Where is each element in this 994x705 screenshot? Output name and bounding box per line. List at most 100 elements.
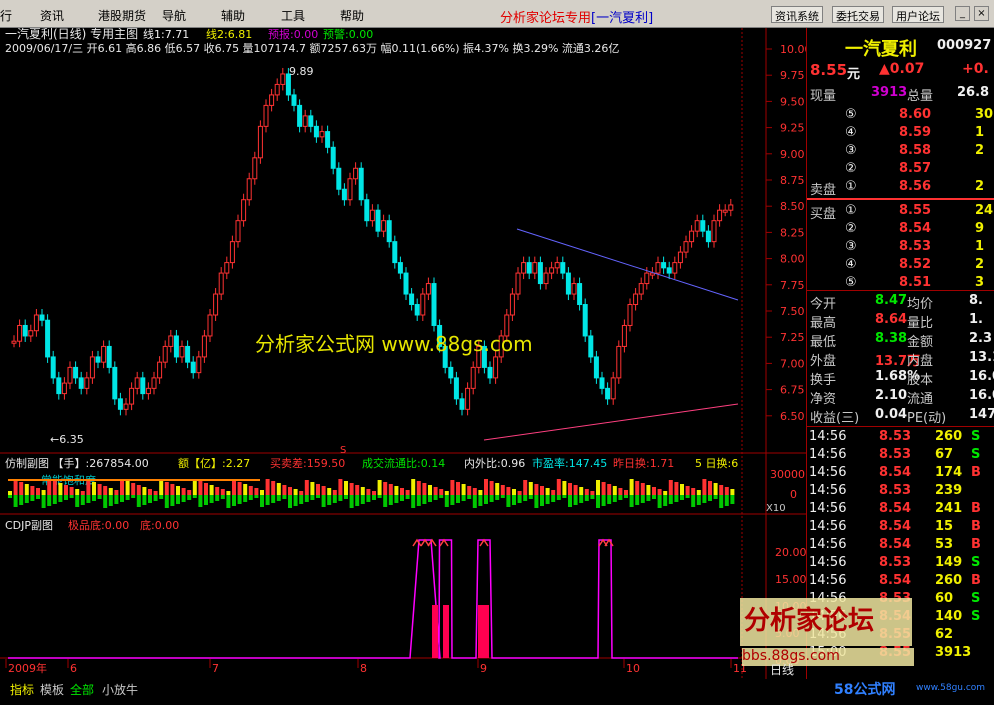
- signal-s-marker: S: [340, 445, 346, 456]
- sub1-bar-down: [545, 495, 550, 504]
- candle-body: [45, 319, 51, 358]
- brand-url: www.58gu.com: [916, 683, 986, 693]
- menu-item-tools[interactable]: 工具: [281, 7, 305, 24]
- sub1-bar-down: [388, 495, 393, 505]
- price-change-pct: +0.: [962, 61, 989, 77]
- sub1-bar-up: [696, 490, 701, 495]
- sub1-bar-up: [624, 490, 628, 495]
- sub1-bar-up: [103, 486, 108, 495]
- sub1-bar-down: [349, 495, 354, 508]
- candle-body: [33, 314, 39, 332]
- kline-chart-svg[interactable]: 一汽夏利(日线) 专用主图 线1:7.71 线2:6.81 预报:0.00 预警…: [0, 26, 812, 679]
- sub1-bar-down: [472, 495, 477, 508]
- sub1-bar-down: [635, 495, 640, 505]
- sub1-bar-up: [456, 482, 460, 495]
- tick-row: 14:56 8.53 149 S: [809, 555, 981, 570]
- sub1-bar-up: [92, 482, 96, 495]
- sub1-bar-down: [495, 495, 500, 500]
- sub1-bar-up: [652, 487, 656, 495]
- stats-row: 今开 8.47 均价 8.: [810, 293, 983, 312]
- sub1-bar-up: [8, 491, 12, 495]
- tab-xiaofangniu[interactable]: 小放牛: [102, 681, 138, 697]
- sub1-bar-up: [321, 486, 326, 495]
- candle-body: [633, 293, 639, 306]
- sub1-bar-down: [383, 495, 388, 507]
- sub1-bar-down: [276, 495, 281, 501]
- sub1-bar-up: [506, 487, 511, 495]
- candle-body: [532, 262, 538, 274]
- sub1-bar-up: [394, 486, 399, 495]
- buy-order-row: ④ 8.52 2: [845, 257, 985, 272]
- candle-body: [246, 178, 252, 201]
- news-system-button[interactable]: 资讯系统: [771, 6, 823, 23]
- candle-body: [588, 335, 594, 358]
- sub1-amount: 额【亿】:2.27: [178, 457, 250, 470]
- sub1-bar-down: [344, 495, 348, 499]
- menu-item-assist[interactable]: 辅助: [221, 7, 245, 24]
- candle-body: [621, 324, 627, 347]
- sub1-bar-down: [304, 495, 309, 502]
- sub1-bar-down: [411, 495, 416, 508]
- sub1-bar-up: [13, 480, 18, 495]
- sub1-bar-up: [64, 485, 68, 495]
- tab-template[interactable]: 模板: [40, 681, 64, 697]
- sub1-bar-up: [355, 485, 360, 495]
- sub1-bar-up: [114, 490, 119, 495]
- total-volume-value: 26.8: [957, 85, 990, 100]
- sub1-bar-down: [601, 495, 606, 506]
- sub1-ytick-zero: 0: [790, 488, 797, 501]
- forum-button[interactable]: 用户论坛: [892, 6, 944, 23]
- sub1-bar-up: [271, 481, 276, 495]
- stats-row: 最高 8.64 量比 1.: [810, 312, 983, 331]
- sub1-bar-up: [276, 483, 281, 495]
- buy-order-row: ③ 8.53 1: [845, 239, 985, 254]
- trade-button[interactable]: 委托交易: [832, 6, 884, 23]
- sub1-bar-up: [41, 490, 46, 495]
- main-ytick: 7.75: [780, 279, 805, 292]
- sub1-bar-down: [316, 495, 320, 498]
- warning2-value: 预警:0.00: [323, 28, 373, 41]
- candle-body: [213, 293, 219, 316]
- close-button[interactable]: ×: [974, 6, 989, 21]
- sub1-bar-down: [624, 495, 628, 498]
- tab-indicator[interactable]: 指标: [10, 681, 34, 697]
- sub1-bar-down: [310, 495, 315, 500]
- sub1-bar-down: [164, 495, 169, 508]
- sub1-bar-down: [204, 495, 208, 505]
- candle-body: [17, 324, 23, 342]
- sub1-bar-down: [125, 495, 130, 500]
- daily-info: 2009/06/17/三 开6.61 高6.86 低6.57 收6.75 量10…: [5, 41, 619, 55]
- sub1-bar-up: [635, 481, 640, 495]
- candle-body: [431, 283, 437, 326]
- sub1-bar-down: [282, 495, 287, 499]
- tab-all[interactable]: 全部: [70, 681, 94, 697]
- sub1-inout-ratio: 内外比:0.96: [464, 456, 525, 470]
- daily-mode-label[interactable]: 日线: [770, 661, 794, 677]
- menu-item-file[interactable]: 行: [0, 7, 12, 24]
- candle-body: [241, 199, 247, 222]
- menu-item-news[interactable]: 资讯: [40, 7, 64, 24]
- menu-item-navigate[interactable]: 导航: [162, 7, 186, 24]
- candle-body: [705, 230, 711, 243]
- sub1-bar-up: [52, 481, 57, 495]
- menu-item-help[interactable]: 帮助: [340, 7, 364, 24]
- candle-body: [644, 272, 650, 285]
- menu-item-hk-futures[interactable]: 港股期货: [98, 7, 146, 24]
- sub1-bar-up: [243, 484, 248, 495]
- minimize-button[interactable]: _: [955, 6, 970, 21]
- sub1-bar-down: [719, 495, 724, 508]
- sub1-bar-up: [170, 484, 175, 495]
- sub1-bar-up: [512, 489, 516, 495]
- candle-body: [325, 131, 331, 148]
- sub1-bar-up: [187, 490, 192, 495]
- candle-body: [11, 340, 17, 344]
- candle-body: [537, 262, 543, 285]
- sub1-bar-down: [108, 495, 113, 506]
- sub1-bar-down: [439, 495, 444, 498]
- sub2-series2: 底:0.00: [140, 518, 179, 532]
- sub1-bar-up: [612, 486, 617, 495]
- sub1-bar-down: [80, 495, 85, 505]
- candle-body: [39, 314, 45, 321]
- sub1-bar-down: [556, 495, 561, 500]
- sub1-bar-down: [92, 495, 96, 501]
